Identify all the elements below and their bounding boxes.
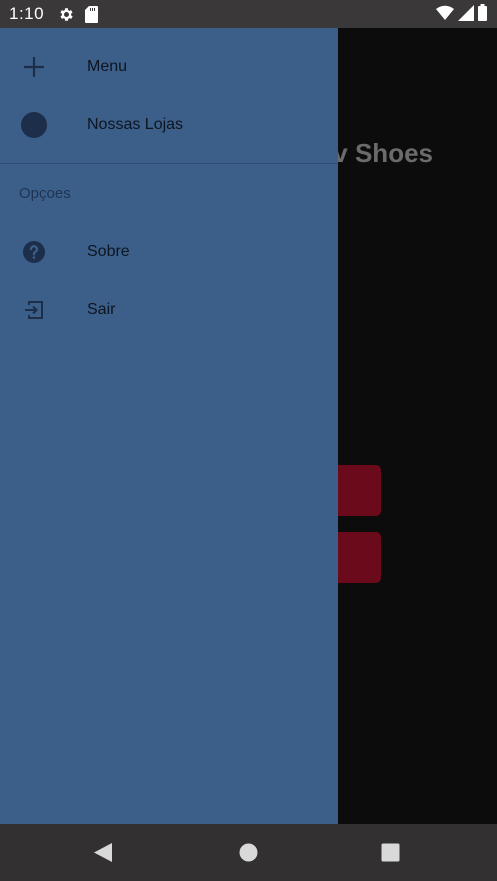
battery-icon — [478, 4, 487, 21]
status-right-group — [436, 4, 487, 21]
signal-icon — [458, 4, 474, 21]
drawer-item-label: Nossas Lojas — [87, 116, 184, 133]
wifi-icon — [436, 5, 454, 20]
home-icon[interactable] — [239, 843, 258, 862]
status-bar: 1:10 — [0, 0, 497, 28]
screen: 1:10 v Shoes Menu Nossas Lojas Opçoes So… — [0, 0, 497, 881]
exit-icon — [21, 297, 47, 323]
drawer-item-menu[interactable]: Menu — [0, 39, 338, 95]
gear-icon — [58, 6, 75, 23]
drawer-item-label: Sobre — [87, 243, 130, 260]
recent-apps-icon[interactable] — [381, 843, 400, 862]
drawer-item-nossas-lojas[interactable]: Nossas Lojas — [0, 97, 338, 153]
help-circle-icon — [21, 239, 47, 265]
drawer-item-sair[interactable]: Sair — [0, 282, 338, 338]
section-header: Opçoes — [19, 185, 71, 202]
circle-icon — [21, 112, 47, 138]
drawer-item-sobre[interactable]: Sobre — [0, 224, 338, 280]
plus-icon — [21, 54, 47, 80]
drawer-divider — [0, 163, 338, 164]
status-time: 1:10 — [9, 4, 45, 23]
system-nav-bar — [0, 824, 497, 881]
drawer-item-label: Sair — [87, 301, 116, 318]
drawer-item-label: Menu — [87, 58, 128, 75]
back-icon[interactable] — [93, 842, 113, 863]
sd-card-icon — [85, 5, 99, 23]
navigation-drawer: Menu Nossas Lojas Opçoes Sobre Sair — [0, 28, 338, 824]
